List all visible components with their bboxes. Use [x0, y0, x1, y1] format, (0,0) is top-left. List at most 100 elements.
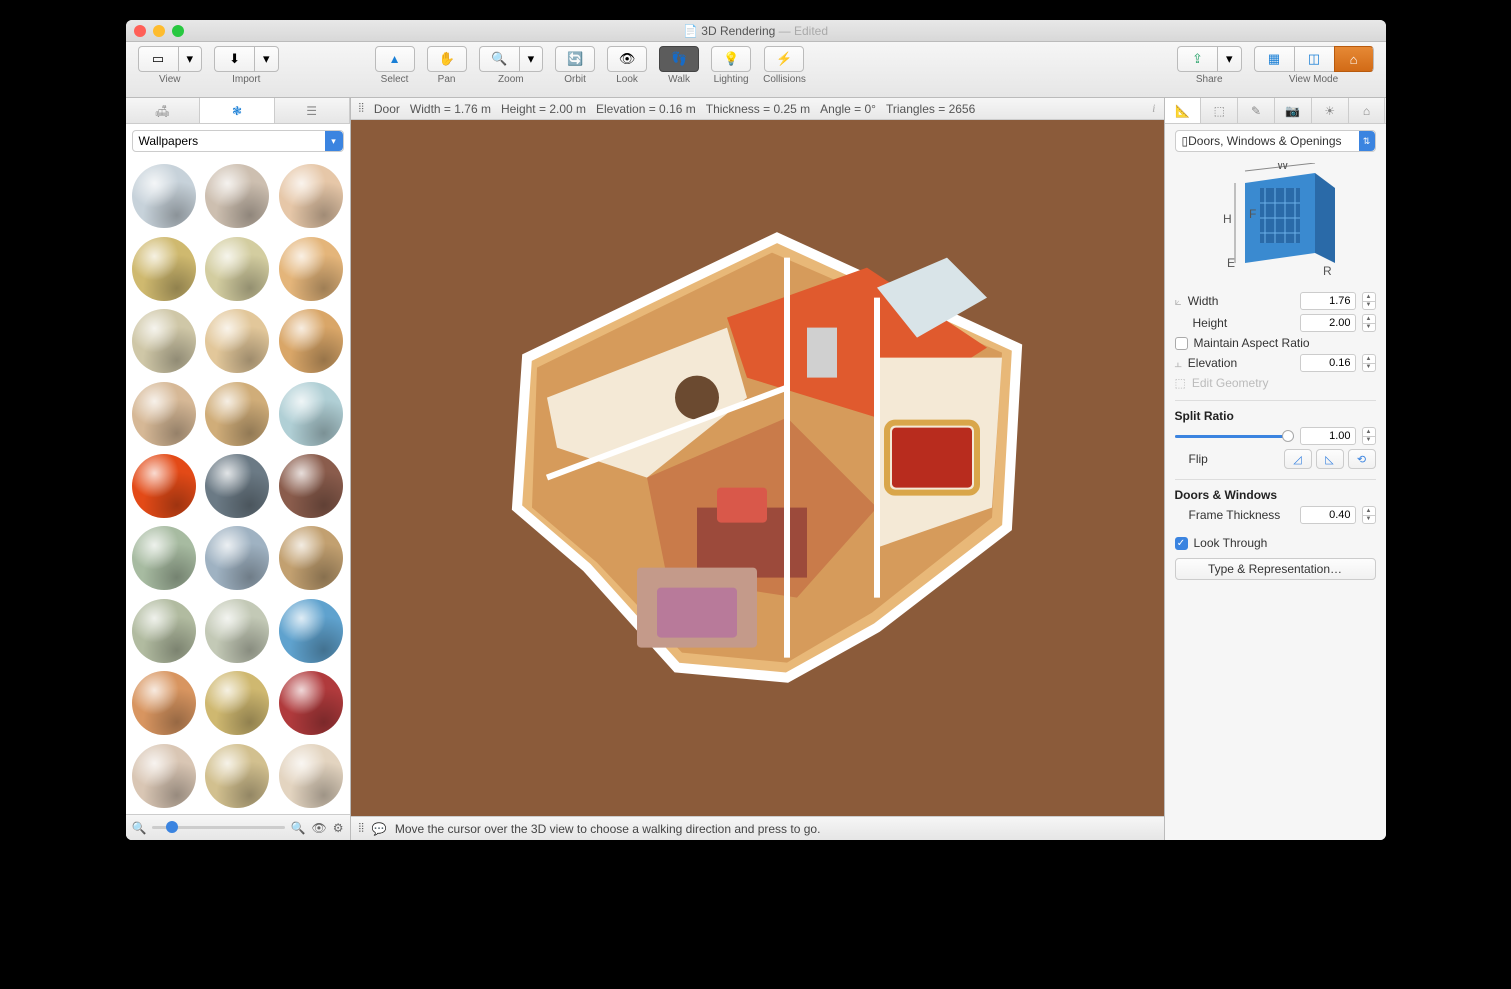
width-field[interactable]	[1300, 292, 1356, 310]
grip-icon[interactable]: ⦙⦙	[359, 821, 364, 836]
library-tab-materials[interactable]: ❃	[200, 98, 275, 123]
split-ratio-slider[interactable]	[1175, 435, 1294, 438]
zoom-out-icon[interactable]: 🔍	[132, 821, 147, 835]
material-swatch[interactable]	[279, 671, 343, 735]
svg-text:H: H	[1223, 212, 1232, 226]
svg-text:F: F	[1249, 207, 1256, 221]
material-swatch[interactable]	[205, 671, 269, 735]
material-swatch[interactable]	[132, 382, 196, 446]
edit-geometry-button: Edit Geometry	[1192, 376, 1376, 390]
app-window: 📄 3D Rendering — Edited ▭ ▾ View ⬇ ▾ Imp…	[126, 20, 1386, 840]
svg-text:R: R	[1323, 264, 1332, 278]
elevation-stepper[interactable]: ▲▼	[1362, 354, 1376, 372]
inspector-category-select[interactable]: ▯ Doors, Windows & Openings⇅	[1175, 130, 1376, 152]
share-menu[interactable]: ▾	[1217, 46, 1242, 72]
material-swatch[interactable]	[205, 164, 269, 228]
view-menu-button[interactable]: ▾	[178, 46, 203, 72]
material-swatch[interactable]	[205, 599, 269, 663]
type-representation-button[interactable]: Type & Representation…	[1175, 558, 1376, 580]
width-stepper[interactable]: ▲▼	[1362, 292, 1376, 310]
view-button[interactable]: ▭	[138, 46, 178, 72]
select-tool[interactable]: ▲	[375, 46, 415, 72]
inspector-tab-materials[interactable]: ✎	[1238, 98, 1275, 123]
fan-icon: ❃	[232, 104, 242, 118]
inspector-tab-lighting[interactable]: ☀	[1312, 98, 1349, 123]
import-button[interactable]: ⬇	[214, 46, 254, 72]
material-swatch[interactable]	[279, 164, 343, 228]
material-swatch[interactable]	[132, 309, 196, 373]
pan-tool[interactable]: ✋	[427, 46, 467, 72]
window-title: 📄 3D Rendering — Edited	[126, 24, 1386, 38]
material-swatch[interactable]	[205, 382, 269, 446]
walk-tool[interactable]: 👣	[659, 46, 699, 72]
geometry-icon: ⬚	[1175, 376, 1186, 390]
frame-thickness-stepper[interactable]: ▲▼	[1362, 506, 1376, 524]
grip-icon[interactable]: ⦙⦙	[359, 101, 364, 116]
material-swatch[interactable]	[279, 599, 343, 663]
material-swatch[interactable]	[279, 526, 343, 590]
material-swatch[interactable]	[279, 309, 343, 373]
elevation-field[interactable]	[1300, 354, 1356, 372]
split-ratio-stepper[interactable]: ▲▼	[1362, 427, 1376, 445]
library-tab-furniture[interactable]: 🛋	[126, 98, 201, 123]
collisions-tool[interactable]: ⚡	[764, 46, 804, 72]
link-icon[interactable]: ⟀	[1175, 294, 1182, 309]
settings-gear-icon[interactable]: ⚙	[333, 821, 344, 835]
split-ratio-field[interactable]	[1300, 427, 1356, 445]
object-info-bar: ⦙⦙ Door Width = 1.76 m Height = 2.00 m E…	[351, 98, 1164, 120]
height-field[interactable]	[1300, 314, 1356, 332]
share-button[interactable]: ⇪	[1177, 46, 1217, 72]
armchair-icon: 🛋	[155, 104, 170, 118]
height-stepper[interactable]: ▲▼	[1362, 314, 1376, 332]
material-swatch[interactable]	[132, 454, 196, 518]
material-swatch[interactable]	[205, 454, 269, 518]
material-swatch[interactable]	[132, 526, 196, 590]
inspector-tab-object[interactable]: ⬚	[1201, 98, 1238, 123]
quicklook-icon[interactable]: 👁	[312, 821, 327, 835]
viewmode-3d[interactable]: ⌂	[1334, 46, 1374, 72]
material-swatch[interactable]	[132, 237, 196, 301]
object-name: Door	[374, 102, 400, 116]
aspect-checkbox[interactable]	[1175, 337, 1188, 350]
look-through-checkbox[interactable]: ✓	[1175, 537, 1188, 550]
material-swatch[interactable]	[279, 744, 343, 808]
house-icon: ⌂	[1363, 104, 1370, 118]
look-tool[interactable]: 👁	[607, 46, 647, 72]
info-icon[interactable]: i	[1152, 101, 1155, 116]
zoom-menu[interactable]: ▾	[519, 46, 544, 72]
material-swatch[interactable]	[132, 671, 196, 735]
library-tab-list[interactable]: ☰	[275, 98, 350, 123]
inspector-tab-building[interactable]: ⌂	[1349, 98, 1386, 123]
material-swatch[interactable]	[205, 744, 269, 808]
sun-icon: ☀	[1324, 104, 1335, 118]
3d-viewport[interactable]	[351, 120, 1164, 816]
viewmode-2d[interactable]: ▦	[1254, 46, 1294, 72]
titlebar[interactable]: 📄 3D Rendering — Edited	[126, 20, 1386, 42]
inspector-tab-geometry[interactable]: 📐	[1165, 98, 1202, 123]
list-icon: ☰	[306, 104, 317, 118]
flip-vertical-button[interactable]: ◺	[1316, 449, 1344, 469]
material-swatch[interactable]	[205, 237, 269, 301]
material-swatch[interactable]	[132, 599, 196, 663]
material-category-select[interactable]: Wallpapers▾	[132, 130, 344, 152]
orbit-tool[interactable]: 🔄	[555, 46, 595, 72]
doors-windows-header: Doors & Windows	[1175, 479, 1376, 502]
status-bar: ⦙⦙ 💬 Move the cursor over the 3D view to…	[351, 816, 1164, 840]
material-swatch[interactable]	[279, 237, 343, 301]
flip-horizontal-button[interactable]: ◿	[1284, 449, 1312, 469]
viewmode-split[interactable]: ◫	[1294, 46, 1334, 72]
lighting-tool[interactable]: 💡	[711, 46, 751, 72]
flip-depth-button[interactable]: ⟲	[1348, 449, 1376, 469]
inspector-tab-camera[interactable]: 📷	[1275, 98, 1312, 123]
material-swatch[interactable]	[132, 744, 196, 808]
material-swatch[interactable]	[279, 382, 343, 446]
frame-thickness-field[interactable]	[1300, 506, 1356, 524]
material-swatch[interactable]	[205, 309, 269, 373]
zoom-in-icon[interactable]: 🔍	[291, 821, 306, 835]
zoom-tool[interactable]: 🔍	[479, 46, 519, 72]
material-swatch[interactable]	[205, 526, 269, 590]
import-menu-button[interactable]: ▾	[254, 46, 279, 72]
swatch-size-slider[interactable]	[152, 826, 284, 829]
material-swatch[interactable]	[279, 454, 343, 518]
material-swatch[interactable]	[132, 164, 196, 228]
